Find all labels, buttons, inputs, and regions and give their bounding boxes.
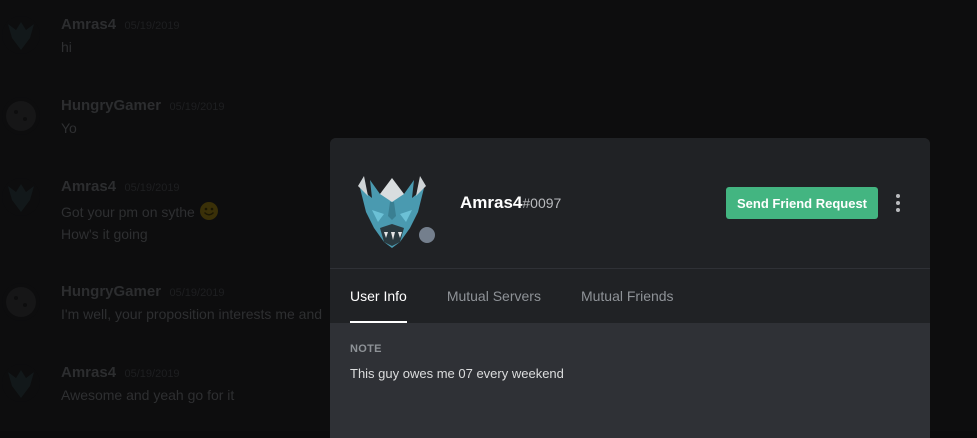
message-text-content: Got your pm on sythe: [61, 204, 195, 220]
message-author[interactable]: Amras4: [61, 178, 116, 195]
message-timestamp: 05/19/2019: [124, 182, 180, 194]
message-timestamp: 05/19/2019: [124, 20, 180, 32]
message-timestamp: 05/19/2019: [169, 101, 225, 113]
more-vertical-icon[interactable]: [888, 191, 908, 215]
status-offline-icon: [416, 224, 438, 246]
profile-body: NOTE This guy owes me 07 every weekend: [330, 323, 930, 438]
profile-tabs: User Info Mutual Servers Mutual Friends: [350, 269, 714, 323]
user-profile-modal: Amras4#0097 Send Friend Request User Inf…: [330, 138, 930, 438]
message-author[interactable]: Amras4: [61, 364, 116, 381]
profile-discriminator: #0097: [522, 195, 562, 211]
message-author[interactable]: HungryGamer: [61, 283, 161, 300]
profile-name: Amras4#0097: [460, 193, 561, 213]
tab-mutual-servers[interactable]: Mutual Servers: [447, 269, 541, 323]
dragon-avatar-icon[interactable]: [2, 364, 40, 402]
message-timestamp: 05/19/2019: [124, 368, 180, 380]
message-text: How's it going: [61, 226, 148, 242]
tab-mutual-friends[interactable]: Mutual Friends: [581, 269, 674, 323]
dragon-avatar-icon[interactable]: [2, 178, 40, 216]
message-author[interactable]: Amras4: [61, 16, 116, 33]
dragon-avatar-icon[interactable]: [2, 16, 40, 54]
note-field[interactable]: This guy owes me 07 every weekend: [350, 366, 564, 381]
profile-username: Amras4: [460, 193, 523, 212]
send-friend-request-button[interactable]: Send Friend Request: [726, 187, 878, 219]
message-text: Got your pm on sythe: [61, 201, 219, 221]
message-text: Awesome and yeah go for it: [61, 387, 235, 403]
cookie-avatar-icon[interactable]: [2, 283, 40, 321]
message-text: Yo: [61, 120, 77, 136]
tab-user-info[interactable]: User Info: [350, 269, 407, 323]
note-label: NOTE: [350, 343, 382, 355]
message-text: hi: [61, 39, 72, 55]
message-author[interactable]: HungryGamer: [61, 97, 161, 114]
message-text: I'm well, your proposition interests me …: [61, 306, 323, 322]
cookie-avatar-icon[interactable]: [2, 97, 40, 135]
message-timestamp: 05/19/2019: [169, 287, 225, 299]
smiley-emoji-icon: [199, 202, 218, 220]
profile-header: Amras4#0097 Send Friend Request: [330, 138, 930, 268]
